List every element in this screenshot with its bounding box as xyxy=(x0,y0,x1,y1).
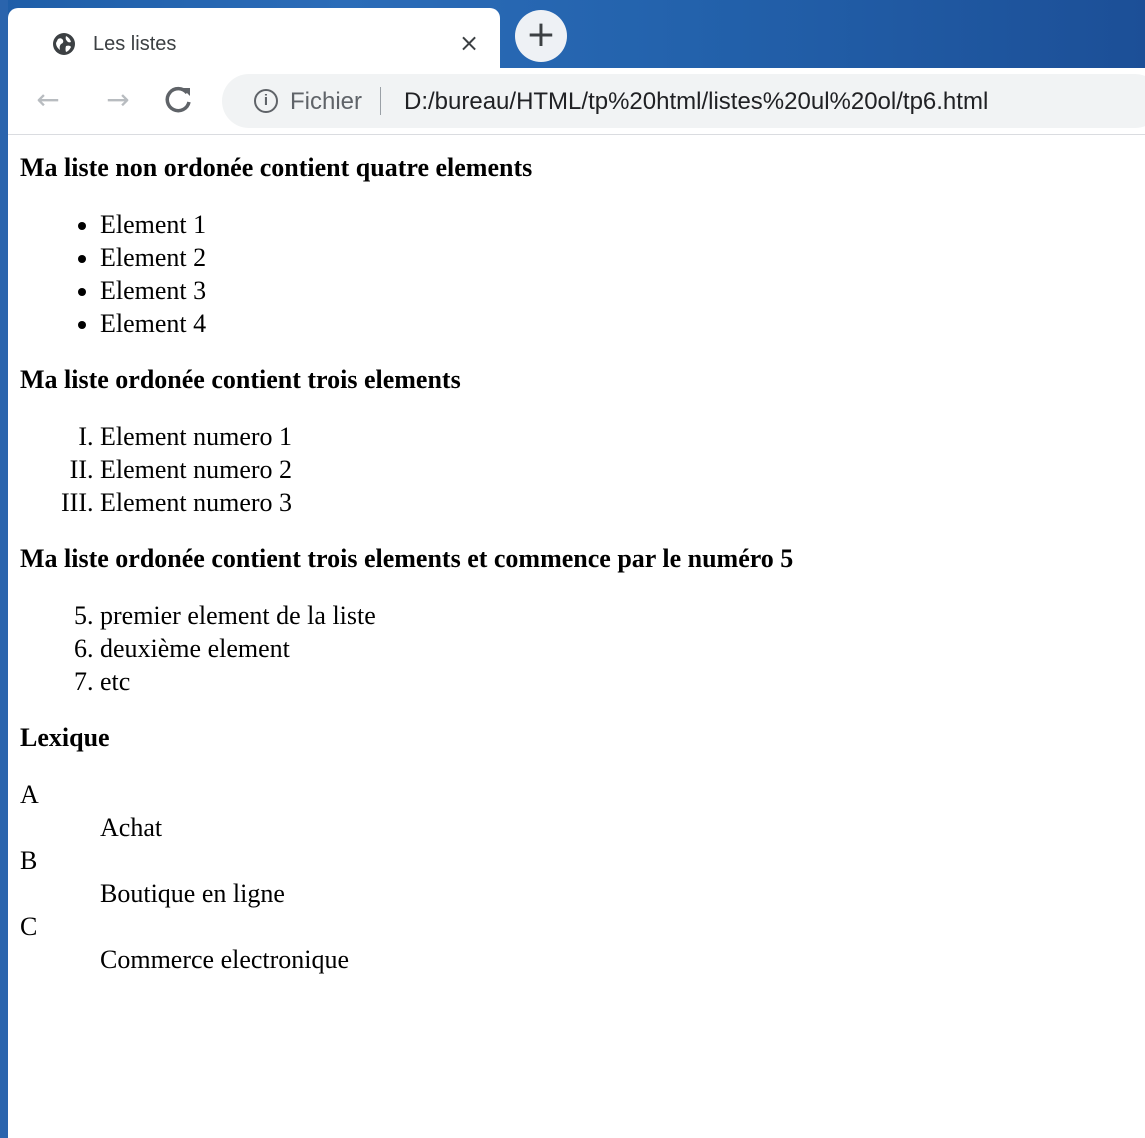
window-border xyxy=(0,0,8,1138)
list-item: Element 1 xyxy=(100,208,1140,241)
address-bar[interactable]: i Fichier D:/bureau/HTML/tp%20html/liste… xyxy=(222,74,1145,128)
definition-description: Boutique en ligne xyxy=(100,879,285,908)
list-item: etc xyxy=(100,665,1140,698)
definition-term: C xyxy=(20,912,38,941)
unordered-list: Element 1 Element 2 Element 3 Element 4 xyxy=(20,208,1140,340)
heading-unordered-list: Ma liste non ordonée contient quatre ele… xyxy=(20,153,533,182)
list-item: premier element de la liste xyxy=(100,599,1140,632)
list-item: Element numero 1 xyxy=(100,420,1140,453)
list-item: Element 4 xyxy=(100,307,1140,340)
globe-icon xyxy=(53,33,75,55)
heading-ordered-list-start: Ma liste ordonée contient trois elements… xyxy=(20,544,794,573)
heading-lexique: Lexique xyxy=(20,723,110,752)
heading-ordered-list: Ma liste ordonée contient trois elements xyxy=(20,365,461,394)
definition-term: B xyxy=(20,846,38,875)
list-item: Element numero 2 xyxy=(100,453,1140,486)
scheme-label: Fichier xyxy=(290,88,363,115)
list-item: deuxième element xyxy=(100,632,1140,665)
list-item: Element 3 xyxy=(100,274,1140,307)
url-text[interactable]: D:/bureau/HTML/tp%20html/listes%20ul%20o… xyxy=(404,88,988,116)
browser-toolbar: ← → i Fichier D:/bureau/HTML/tp%20html/l… xyxy=(8,68,1145,135)
list-item: Element 2 xyxy=(100,241,1140,274)
info-icon[interactable]: i xyxy=(254,89,278,113)
list-item: Element numero 3 xyxy=(100,486,1140,519)
ordered-list-roman: Element numero 1 Element numero 2 Elemen… xyxy=(20,420,1140,519)
definition-list: A Achat B Boutique en ligne C Commerce e… xyxy=(20,778,1140,976)
forward-arrow-icon[interactable]: → xyxy=(100,82,136,118)
close-tab-icon[interactable]: × xyxy=(456,30,482,56)
reload-icon[interactable] xyxy=(160,82,196,118)
definition-term: A xyxy=(20,780,39,809)
back-arrow-icon[interactable]: ← xyxy=(30,82,66,118)
browser-tab[interactable]: Les listes × xyxy=(8,8,500,68)
address-separator xyxy=(380,87,381,115)
ordered-list-start-5: premier element de la liste deuxième ele… xyxy=(20,599,1140,698)
page-content: Ma liste non ordonée contient quatre ele… xyxy=(20,140,1140,976)
new-tab-button[interactable]: + xyxy=(515,10,567,62)
definition-description: Commerce electronique xyxy=(100,945,350,974)
definition-description: Achat xyxy=(100,813,163,842)
tab-title: Les listes xyxy=(93,33,177,55)
